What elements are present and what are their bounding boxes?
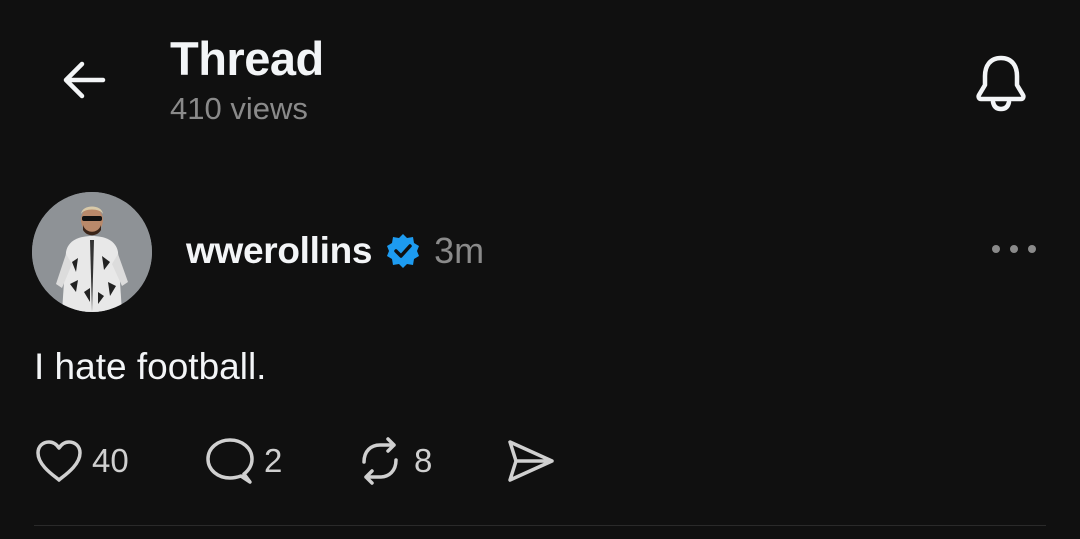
send-icon [508,440,554,482]
repost-icon [362,437,398,485]
thread-post: wwerollins 3m I hate football. 40 2 8 [0,190,1080,539]
back-button[interactable] [54,50,114,110]
reply-button[interactable]: 2 [204,436,354,486]
share-button[interactable] [504,436,556,486]
author-row: wwerollins 3m [186,228,484,274]
more-horizontal-icon [992,245,1036,253]
avatar-image [32,192,152,312]
post-timestamp: 3m [434,230,485,271]
thread-header: Thread 410 views [0,0,1080,150]
like-button[interactable]: 40 [34,438,204,484]
arrow-left-icon [63,61,106,99]
page-title: Thread [170,32,324,85]
more-options-button[interactable] [984,234,1044,264]
divider [34,525,1046,526]
repost-button[interactable]: 8 [354,436,504,486]
replies-count: 2 [264,442,283,479]
views-count: 410 views [170,91,308,126]
likes-count: 40 [92,442,129,479]
reposts-count: 8 [414,442,433,479]
notification-button[interactable] [966,48,1036,118]
comment-icon [206,438,254,484]
post-actions: 40 2 8 [34,433,556,489]
avatar[interactable] [32,192,152,312]
post-text: I hate football. [34,346,267,387]
bell-icon [976,55,1026,112]
verified-badge-icon [384,232,422,270]
heart-icon [36,440,82,482]
username[interactable]: wwerollins [186,230,372,272]
